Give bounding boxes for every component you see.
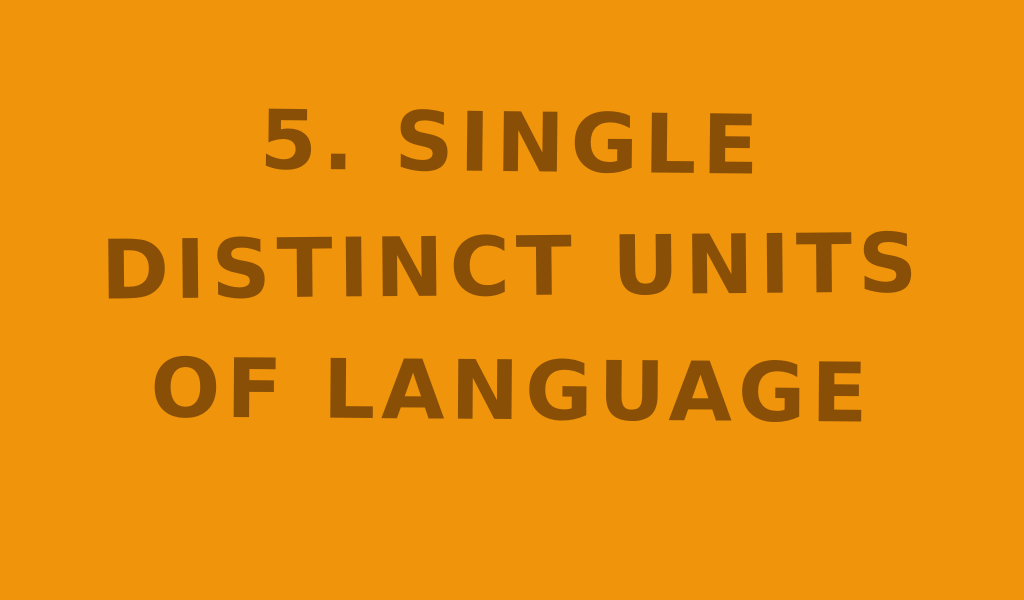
title-line-2: DiSTiNCT UNiTS <box>100 216 924 319</box>
slide: 5. SiNGLE DiSTiNCT UNiTS OF LANGUAGE <box>0 0 1024 600</box>
title-line-1: 5. SiNGLE <box>259 93 765 194</box>
slide-title: 5. SiNGLE DiSTiNCT UNiTS OF LANGUAGE <box>0 82 1024 454</box>
title-line-3: OF LANGUAGE <box>150 341 874 442</box>
